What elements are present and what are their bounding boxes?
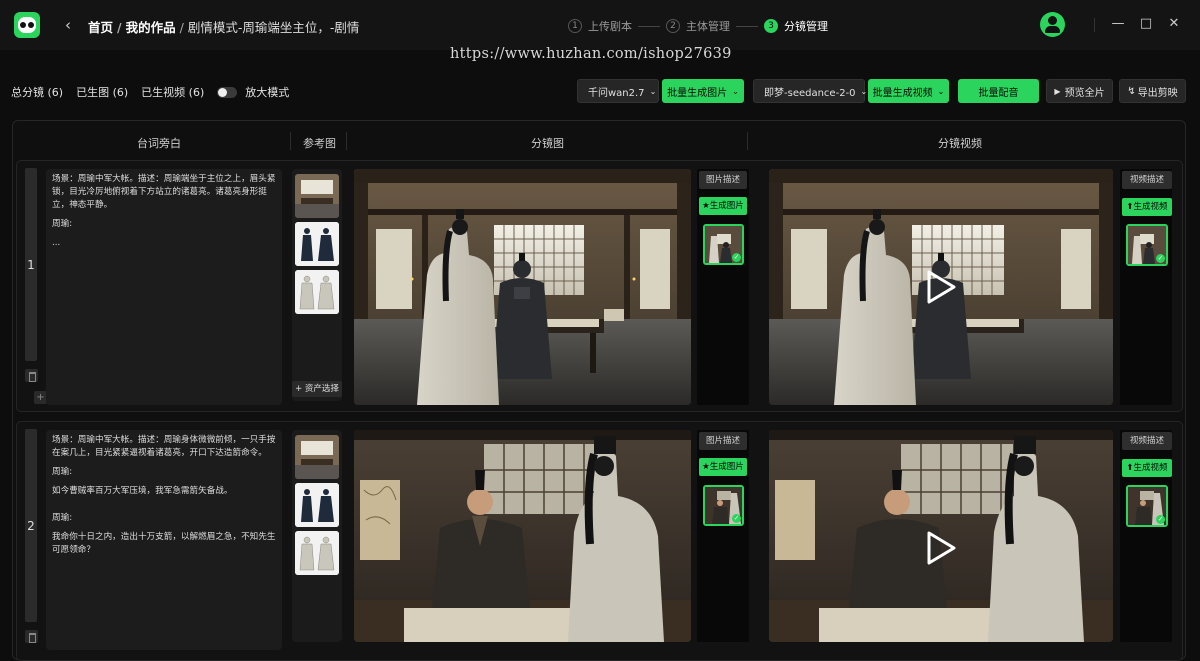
row-index: 1 <box>27 258 35 272</box>
export-icon: ↯ <box>1127 85 1136 97</box>
dialogue-box-2[interactable]: 场景：周瑜中军大帐。描述：周瑜身体微微前倾，一只手按在案几上，目光紧紧逼视着诸葛… <box>46 430 282 650</box>
dialogue-box-1[interactable]: 场景：周瑜中军大帐。描述：周瑜端坐于主位之上，眉头紧锁，目光冷厉地俯视着下方站立… <box>46 169 282 405</box>
check-icon: ✓ <box>1156 515 1165 524</box>
play-icon[interactable] <box>925 531 957 565</box>
generated-image-thumb[interactable]: ✓ <box>703 485 744 526</box>
chevron-down-icon: ⌄ <box>937 86 945 96</box>
col-header-reference: 参考图 <box>303 137 336 150</box>
star-icon: ★ <box>702 201 710 211</box>
reference-thumb-scene[interactable] <box>295 174 339 218</box>
generated-video-thumb[interactable]: ✓ <box>1126 485 1168 527</box>
dialogue-line: ... <box>52 238 61 248</box>
col-header-video: 分镜视频 <box>938 137 982 150</box>
storyboard-image-2[interactable] <box>354 430 691 642</box>
dialogue-speaker: 周瑜: <box>52 513 73 523</box>
reference-images-2 <box>292 430 342 642</box>
close-icon[interactable]: ✕ <box>1167 16 1181 32</box>
image-description-button[interactable]: 图片描述 <box>699 171 747 189</box>
delete-row-icon[interactable] <box>25 630 38 643</box>
zoom-mode-toggle[interactable] <box>217 86 238 98</box>
image-count: 已生图 (6) <box>76 86 129 99</box>
generated-video-thumb[interactable]: ✓ <box>1126 224 1168 266</box>
generate-image-button[interactable]: ★生成图片 <box>699 197 747 215</box>
step-storyboard-management[interactable]: 3 分镜管理 <box>764 18 828 34</box>
image-model-select[interactable]: 千问wan2.7 ⌄ <box>577 79 659 103</box>
col-header-storyboard: 分镜图 <box>531 137 564 150</box>
video-description-button[interactable]: 视频描述 <box>1122 432 1172 450</box>
export-jianying-button[interactable]: ↯ 导出剪映 <box>1119 79 1186 103</box>
dialogue-line: 如今曹贼率百万大军压境，我军急需箭矢备战。 <box>52 486 233 496</box>
storyboard-counts: 总分镜 (6) 已生图 (6) 已生视频 (6) 放大模式 <box>11 84 302 100</box>
storyboard-video-1[interactable] <box>769 169 1113 405</box>
step-indicator: 1 上传剧本 2 主体管理 3 分镜管理 <box>568 17 828 35</box>
reference-images-1: + 资产选择 <box>292 169 342 401</box>
upload-arrow-icon: ⬆ <box>1126 202 1134 212</box>
upload-arrow-icon: ⬆ <box>1126 463 1134 473</box>
dialogue-scene: 场景：周瑜中军大帐。描述：周瑜端坐于主位之上，眉头紧锁，目光冷厉地俯视着下方站立… <box>52 174 276 210</box>
batch-dubbing-button[interactable]: 批量配音 <box>958 79 1039 103</box>
check-icon: ✓ <box>732 514 741 523</box>
user-avatar-icon[interactable] <box>1040 12 1065 37</box>
breadcrumb-works[interactable]: 我的作品 <box>126 20 176 35</box>
minimize-icon[interactable]: — <box>1111 16 1125 32</box>
chevron-down-icon: ⌄ <box>649 86 657 96</box>
zoom-mode-label: 放大模式 <box>245 86 290 99</box>
play-icon: ▶ <box>1054 86 1061 96</box>
total-count: 总分镜 (6) <box>11 86 64 99</box>
back-arrow-icon[interactable]: ‹ <box>58 14 78 36</box>
play-icon[interactable] <box>925 270 957 304</box>
row-index: 2 <box>27 519 35 533</box>
reference-thumb-character-zhouyu[interactable] <box>295 483 339 527</box>
delete-row-icon[interactable] <box>25 369 38 382</box>
breadcrumb-current: 剧情模式-周瑜端坐主位，-剧情 <box>187 20 360 35</box>
video-description-button[interactable]: 视频描述 <box>1122 171 1172 189</box>
reference-thumb-scene[interactable] <box>295 435 339 479</box>
star-icon: ★ <box>702 462 710 472</box>
storyboard-image-1[interactable] <box>354 169 691 405</box>
breadcrumb-home[interactable]: 首页 <box>88 20 113 35</box>
check-icon: ✓ <box>732 253 741 262</box>
generate-video-button[interactable]: ⬆生成视频 <box>1122 459 1172 477</box>
chevron-down-icon: ⌄ <box>732 86 739 96</box>
dialogue-speaker: 周瑜: <box>52 219 73 229</box>
watermark-text: https://www.huzhan.com/ishop27639 <box>450 46 732 62</box>
generate-video-button[interactable]: ⬆生成视频 <box>1122 198 1172 216</box>
chevron-down-icon: ⌄ <box>860 86 868 96</box>
generate-image-button[interactable]: ★生成图片 <box>699 458 747 476</box>
dialogue-line: 我命你十日之内，造出十万支箭，以解燃眉之急，不知先生可愿领命？ <box>52 532 276 555</box>
title-bar: ‹ 首页 / 我的作品 / 剧情模式-周瑜端坐主位，-剧情 1 上传剧本 2 主体管理 3分… <box>0 0 1200 50</box>
step-upload-script[interactable]: 1 上传剧本 <box>568 18 632 34</box>
check-icon: ✓ <box>1156 254 1165 263</box>
maximize-icon[interactable]: □ <box>1139 16 1153 32</box>
dialogue-speaker: 周瑜: <box>52 467 73 477</box>
reference-thumb-character-zhugeliang[interactable] <box>295 270 339 314</box>
video-count: 已生视频 (6) <box>141 86 205 99</box>
preview-all-button[interactable]: ▶ 预览全片 <box>1046 79 1113 103</box>
video-model-select[interactable]: 即梦-seedance-2-0 ⌄ <box>753 79 868 103</box>
asset-select-button[interactable]: + 资产选择 <box>292 381 342 397</box>
storyboard-video-2[interactable] <box>769 430 1113 642</box>
breadcrumb: 首页 / 我的作品 / 剧情模式-周瑜端坐主位，-剧情 <box>88 20 360 35</box>
image-description-button[interactable]: 图片描述 <box>699 432 747 450</box>
dialogue-scene: 场景：周瑜中军大帐。描述：周瑜身体微微前倾，一只手按在案几上，目光紧紧逼视着诸葛… <box>52 435 276 458</box>
reference-thumb-character-zhugeliang[interactable] <box>295 531 339 575</box>
col-header-dialogue: 台词旁白 <box>137 137 181 150</box>
step-subject-management[interactable]: 2 主体管理 <box>666 18 730 34</box>
panda-logo-icon <box>14 12 40 38</box>
batch-generate-image-button[interactable]: 批量生成图片 ⌄ <box>662 79 744 103</box>
generated-image-thumb[interactable]: ✓ <box>703 224 744 265</box>
batch-generate-video-button[interactable]: 批量生成视频 ⌄ <box>868 79 949 103</box>
reference-thumb-character-zhouyu[interactable] <box>295 222 339 266</box>
